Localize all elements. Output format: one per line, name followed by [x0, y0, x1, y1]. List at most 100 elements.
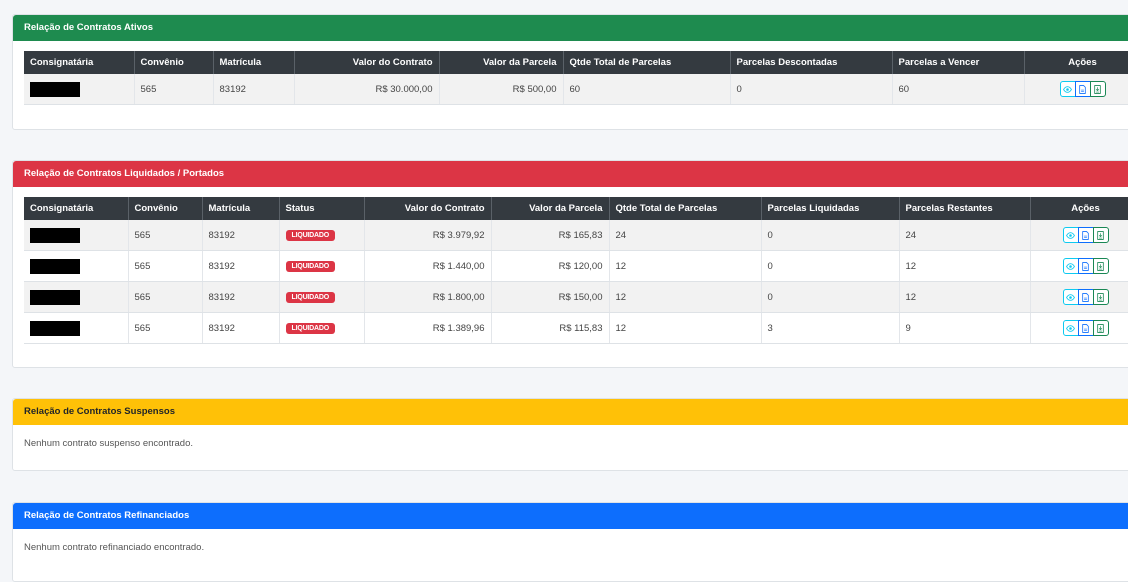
action-buttons [1062, 227, 1109, 243]
col-convenio[interactable]: Convênio [128, 197, 203, 220]
valor-contrato-cell: R$ 30.000,00 [294, 74, 440, 105]
ativos-table: Consignatária Convênio Matrícula Valor d… [24, 51, 1128, 105]
parcelas-restantes-cell: 12 [899, 281, 1031, 313]
refinanciados-empty-message: Nenhum contrato refinanciado encontrado. [24, 542, 205, 553]
valor-parcela-cell: R$ 150,00 [491, 281, 610, 313]
file-pdf-icon [1082, 292, 1089, 302]
col-parcelas-liquidadas[interactable]: Parcelas Liquidadas [761, 197, 900, 220]
export-button[interactable] [1092, 289, 1109, 305]
file-export-icon [1097, 230, 1104, 240]
parcelas-liquidadas-cell: 0 [761, 220, 900, 251]
col-acoes: Ações [1024, 51, 1128, 74]
consignataria-cell [24, 312, 129, 344]
convenio-cell: 565 [128, 312, 203, 344]
consignataria-cell [24, 250, 129, 282]
col-valor-parcela[interactable]: Valor da Parcela [439, 51, 564, 74]
col-parcelas-restantes[interactable]: Parcelas Restantes [899, 197, 1031, 220]
status-cell: LIQUIDADO [279, 281, 365, 313]
liquidados-table: Consignatária Convênio Matrícula Status … [24, 197, 1128, 344]
consignataria-cell [24, 220, 129, 251]
col-convenio[interactable]: Convênio [134, 51, 214, 74]
suspensos-card: Relação de Contratos Suspensos Nenhum co… [12, 398, 1128, 471]
redacted-name [30, 320, 80, 336]
table-row: 565 83192 LIQUIDADO R$ 1.389,96 R$ 115,8… [24, 312, 1128, 344]
col-status[interactable]: Status [279, 197, 365, 220]
acoes-cell [1030, 281, 1128, 313]
file-pdf-icon [1079, 84, 1086, 94]
redacted-name [30, 258, 80, 274]
file-export-icon [1094, 84, 1101, 94]
pdf-button[interactable] [1074, 81, 1091, 97]
col-valor-parcela[interactable]: Valor da Parcela [491, 197, 610, 220]
valor-contrato-cell: R$ 3.979,92 [364, 220, 492, 251]
col-consignataria[interactable]: Consignatária [24, 197, 129, 220]
col-parcelas-a-vencer[interactable]: Parcelas a Vencer [892, 51, 1025, 74]
col-parcelas-descontadas[interactable]: Parcelas Descontadas [730, 51, 893, 74]
valor-parcela-cell: R$ 115,83 [491, 312, 610, 344]
action-buttons [1062, 258, 1109, 274]
acoes-cell [1030, 250, 1128, 282]
matricula-cell: 83192 [202, 250, 280, 282]
file-pdf-icon [1082, 230, 1089, 240]
matricula-cell: 83192 [202, 281, 280, 313]
view-button[interactable] [1059, 81, 1076, 97]
parcelas-restantes-cell: 9 [899, 312, 1031, 344]
redacted-name [30, 289, 80, 305]
export-button[interactable] [1092, 320, 1109, 336]
liquidados-card-header: Relação de Contratos Liquidados / Portad… [13, 161, 1128, 187]
suspensos-empty-message: Nenhum contrato suspenso encontrado. [24, 438, 193, 449]
ativos-card-header: Relação de Contratos Ativos [13, 15, 1128, 41]
pdf-button[interactable] [1077, 227, 1094, 243]
view-button[interactable] [1062, 227, 1079, 243]
consignataria-cell [24, 281, 129, 313]
status-badge: LIQUIDADO [285, 261, 335, 272]
valor-parcela-cell: R$ 500,00 [439, 74, 564, 105]
col-qtde-total[interactable]: Qtde Total de Parcelas [563, 51, 731, 74]
col-qtde-total[interactable]: Qtde Total de Parcelas [609, 197, 762, 220]
view-button[interactable] [1062, 320, 1079, 336]
matricula-cell: 83192 [213, 74, 295, 105]
status-badge: LIQUIDADO [285, 323, 335, 334]
valor-parcela-cell: R$ 120,00 [491, 250, 610, 282]
col-matricula[interactable]: Matrícula [202, 197, 280, 220]
parcelas-liquidadas-cell: 0 [761, 250, 900, 282]
export-button[interactable] [1092, 258, 1109, 274]
file-pdf-icon [1082, 323, 1089, 333]
acoes-cell [1024, 74, 1128, 105]
col-acoes: Ações [1030, 197, 1128, 220]
file-export-icon [1097, 292, 1104, 302]
convenio-cell: 565 [134, 74, 214, 105]
pdf-button[interactable] [1077, 258, 1094, 274]
parcelas-restantes-cell: 24 [899, 220, 1031, 251]
col-consignataria[interactable]: Consignatária [24, 51, 135, 74]
pdf-button[interactable] [1077, 289, 1094, 305]
eye-icon [1066, 293, 1075, 301]
status-badge: LIQUIDADO [285, 292, 335, 303]
export-button[interactable] [1092, 227, 1109, 243]
matricula-cell: 83192 [202, 312, 280, 344]
redacted-name [30, 227, 80, 243]
convenio-cell: 565 [128, 281, 203, 313]
eye-icon [1066, 324, 1075, 332]
col-valor-contrato[interactable]: Valor do Contrato [364, 197, 492, 220]
eye-icon [1066, 262, 1075, 270]
matricula-cell: 83192 [202, 220, 280, 251]
pdf-button[interactable] [1077, 320, 1094, 336]
view-button[interactable] [1062, 258, 1079, 274]
valor-parcela-cell: R$ 165,83 [491, 220, 610, 251]
view-button[interactable] [1062, 289, 1079, 305]
acoes-cell [1030, 220, 1128, 251]
col-valor-contrato[interactable]: Valor do Contrato [294, 51, 440, 74]
action-buttons [1059, 81, 1106, 97]
parcelas-liquidadas-cell: 0 [761, 281, 900, 313]
table-row: 565 83192 R$ 30.000,00 R$ 500,00 60 0 60 [24, 74, 1128, 105]
parcelas-descontadas-cell: 0 [730, 74, 893, 105]
export-button[interactable] [1089, 81, 1106, 97]
status-cell: LIQUIDADO [279, 220, 365, 251]
eye-icon [1063, 85, 1072, 93]
qtde-total-cell: 12 [609, 281, 762, 313]
file-pdf-icon [1082, 261, 1089, 271]
col-matricula[interactable]: Matrícula [213, 51, 295, 74]
liquidados-card: Relação de Contratos Liquidados / Portad… [12, 160, 1128, 368]
refinanciados-card: Relação de Contratos Refinanciados Nenhu… [12, 502, 1128, 582]
